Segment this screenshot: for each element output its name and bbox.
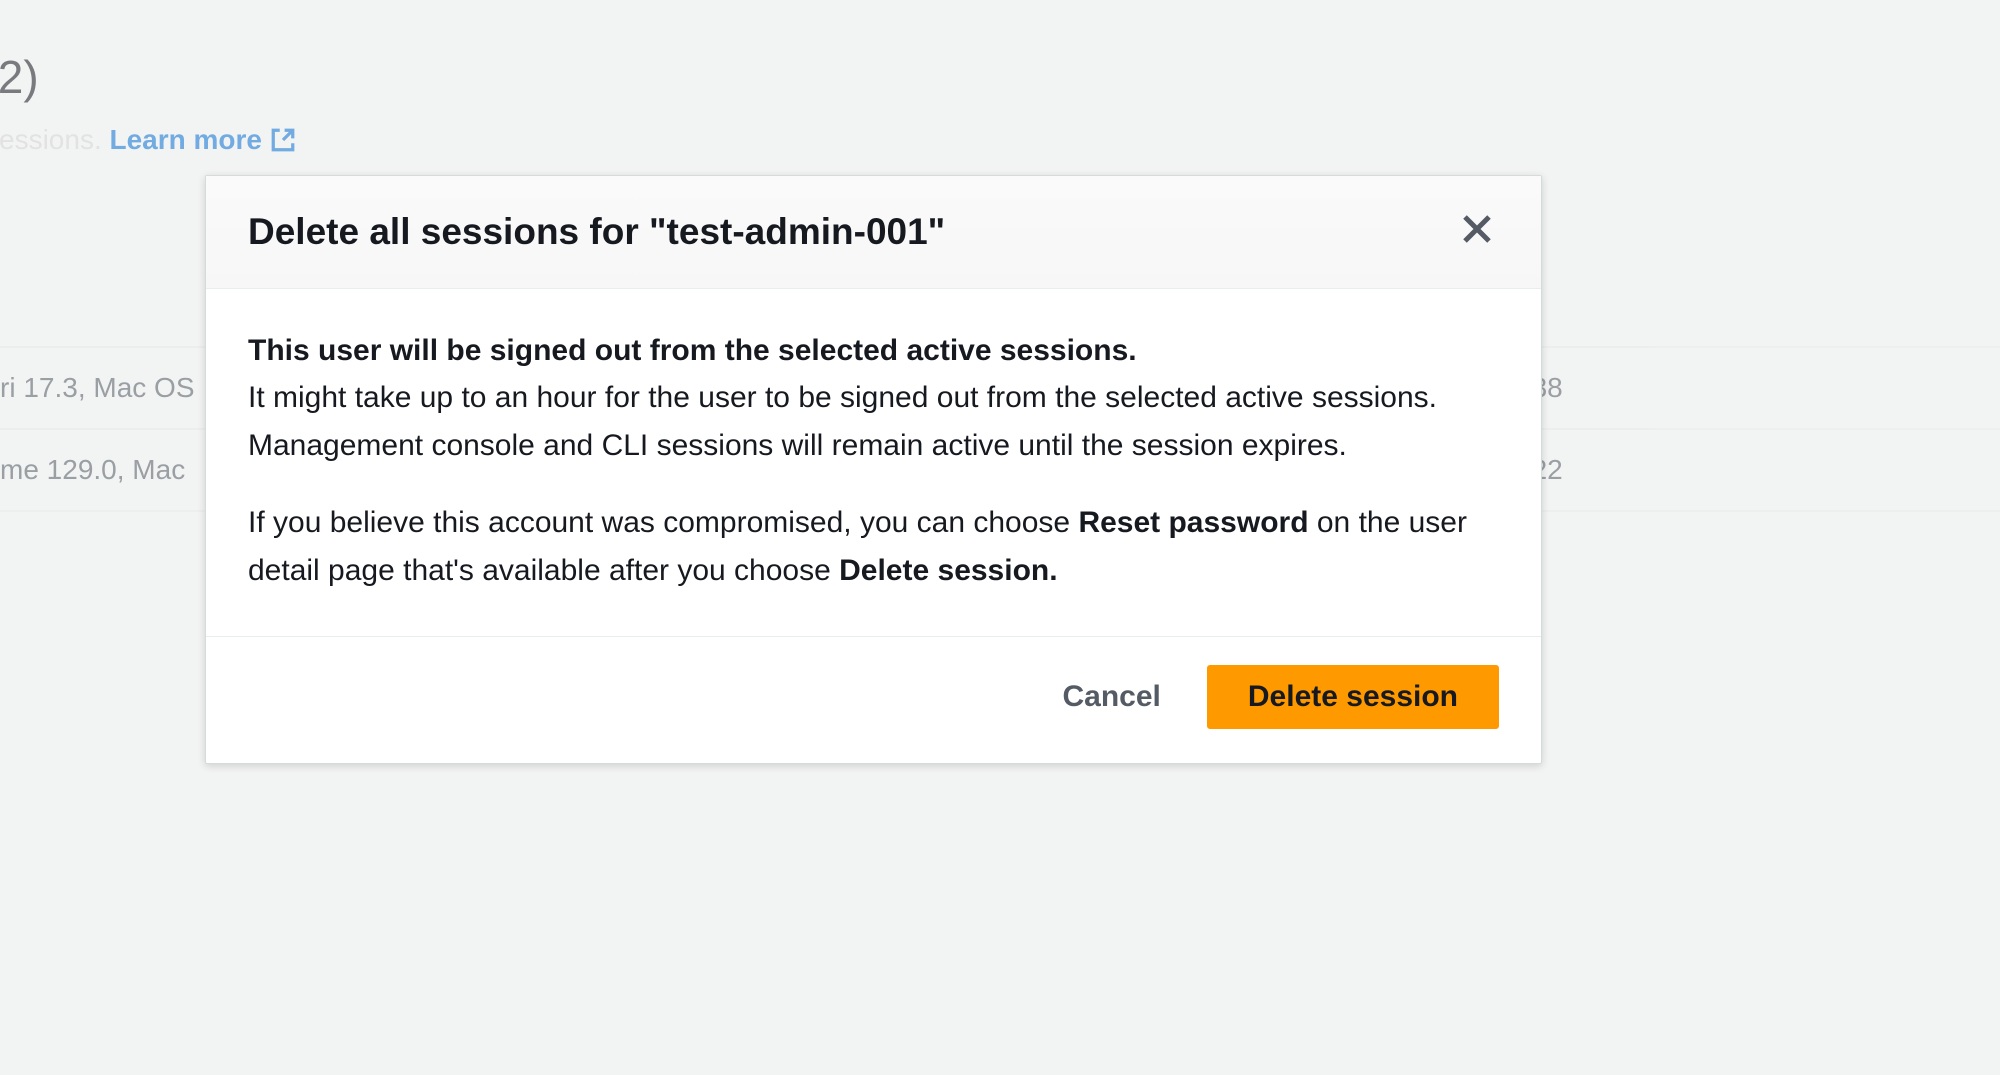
delete-session-bold: Delete session. (839, 554, 1057, 587)
close-icon (1461, 213, 1493, 245)
cancel-button[interactable]: Cancel (1053, 666, 1171, 728)
p2-text-a: If you believe this account was compromi… (248, 506, 1078, 539)
modal-header: Delete all sessions for "test-admin-001" (206, 176, 1541, 289)
delete-sessions-modal: Delete all sessions for "test-admin-001"… (205, 175, 1542, 764)
warning-bold-text: This user will be signed out from the se… (248, 334, 1137, 367)
modal-footer: Cancel Delete session (206, 636, 1541, 763)
reset-password-bold: Reset password (1078, 506, 1308, 539)
modal-body: This user will be signed out from the se… (206, 289, 1541, 636)
modal-title: Delete all sessions for "test-admin-001" (248, 211, 945, 253)
modal-paragraph-1: This user will be signed out from the se… (248, 327, 1499, 469)
modal-paragraph-2: If you believe this account was compromi… (248, 499, 1499, 594)
delete-session-button[interactable]: Delete session (1207, 665, 1499, 729)
modal-overlay: Delete all sessions for "test-admin-001"… (0, 0, 2000, 1075)
warning-detail-text: It might take up to an hour for the user… (248, 381, 1437, 461)
close-button[interactable] (1455, 206, 1499, 258)
